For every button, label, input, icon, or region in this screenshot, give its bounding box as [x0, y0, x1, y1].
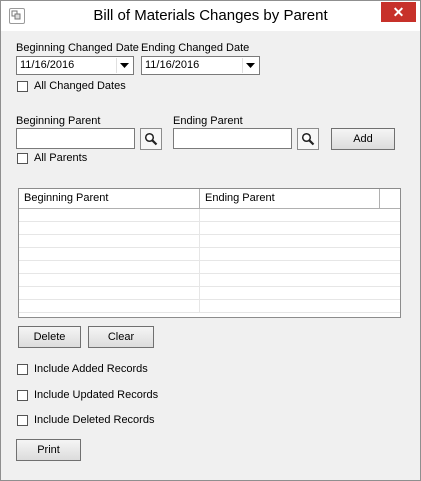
grid-empty-row [19, 287, 400, 300]
include-deleted-label: Include Deleted Records [34, 414, 155, 426]
grid-empty-row [19, 261, 400, 274]
ending-parent-label: Ending Parent [173, 115, 243, 127]
beginning-date-value: 11/16/2016 [20, 59, 75, 71]
ending-date-dropdown-button[interactable] [242, 58, 258, 73]
beginning-parent-label: Beginning Parent [16, 115, 101, 127]
include-updated-label: Include Updated Records [34, 389, 159, 401]
grid-empty-row [19, 274, 400, 287]
dialog-window: Bill of Materials Changes by Parent ✕ Be… [0, 0, 421, 481]
checkbox-box[interactable] [17, 81, 28, 92]
column-header-beginning-parent[interactable]: Beginning Parent [19, 189, 200, 208]
beginning-date-picker[interactable]: 11/16/2016 [16, 56, 134, 75]
beginning-date-label: Beginning Changed Date [16, 42, 139, 54]
checkbox-box[interactable] [17, 390, 28, 401]
beginning-date-dropdown-button[interactable] [116, 58, 132, 73]
title-bar: Bill of Materials Changes by Parent ✕ [1, 1, 420, 31]
all-parents-label: All Parents [34, 152, 88, 164]
chevron-down-icon [246, 63, 255, 68]
magnifier-icon [144, 132, 158, 146]
grid-empty-row [19, 248, 400, 261]
ending-parent-input[interactable] [173, 128, 292, 149]
all-changed-dates-label: All Changed Dates [34, 80, 126, 92]
grid-empty-row [19, 235, 400, 248]
close-button[interactable]: ✕ [381, 2, 416, 22]
ending-date-picker[interactable]: 11/16/2016 [141, 56, 260, 75]
clear-button[interactable]: Clear [88, 326, 154, 348]
column-header-ending-parent[interactable]: Ending Parent [200, 189, 380, 208]
beginning-parent-input[interactable] [16, 128, 135, 149]
checkbox-box[interactable] [17, 153, 28, 164]
ending-date-label: Ending Changed Date [141, 42, 250, 54]
chevron-down-icon [120, 63, 129, 68]
checkbox-box[interactable] [17, 415, 28, 426]
add-button[interactable]: Add [331, 128, 395, 150]
grid-empty-row [19, 222, 400, 235]
include-added-label: Include Added Records [34, 363, 148, 375]
ending-parent-lookup-button[interactable] [297, 128, 319, 150]
ending-date-value: 11/16/2016 [145, 59, 200, 71]
parent-range-grid[interactable]: Beginning Parent Ending Parent [18, 188, 401, 318]
beginning-parent-lookup-button[interactable] [140, 128, 162, 150]
magnifier-icon [301, 132, 315, 146]
print-button[interactable]: Print [16, 439, 81, 461]
delete-button[interactable]: Delete [18, 326, 81, 348]
checkbox-box[interactable] [17, 364, 28, 375]
grid-header: Beginning Parent Ending Parent [19, 189, 400, 209]
grid-empty-row [19, 300, 400, 313]
grid-empty-row [19, 209, 400, 222]
window-title: Bill of Materials Changes by Parent [93, 7, 328, 24]
